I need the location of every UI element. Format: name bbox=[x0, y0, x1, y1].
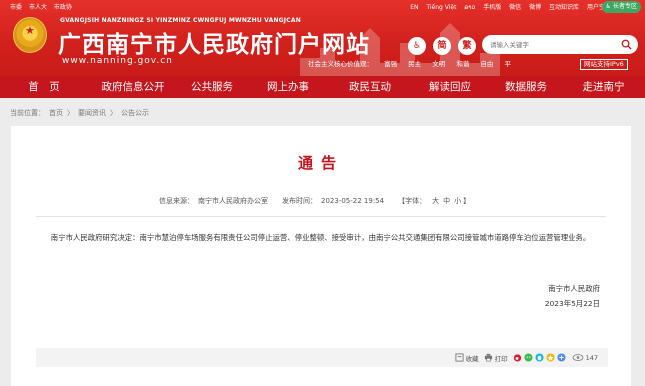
weibo-link[interactable]: 微博 bbox=[529, 4, 541, 11]
elder-zone-label: 长者专区 bbox=[612, 3, 637, 10]
font-size-close: 】 bbox=[463, 197, 471, 205]
signature-date: 2023年5月22日 bbox=[544, 299, 600, 308]
font-size-small[interactable]: 小 bbox=[454, 197, 461, 205]
main-nav: 首 页 政府信息公开 公共服务 网上办事 政民互动 解读回应 数据服务 走进南宁 bbox=[0, 76, 645, 98]
link-city-party[interactable]: 市委 bbox=[10, 4, 22, 11]
signature-org: 南宁市人民政府 bbox=[548, 284, 600, 293]
print-label[interactable]: 打印 bbox=[495, 353, 508, 363]
date-value: 2023-05-22 19:54 bbox=[321, 197, 385, 205]
knowledge-base-link[interactable]: 互动知识库 bbox=[549, 4, 579, 11]
value-item: 民主 bbox=[408, 60, 422, 68]
elder-icon: ♿ bbox=[605, 3, 612, 10]
value-item: 自由 bbox=[480, 60, 494, 68]
site-pinyin: GVANGJSIH NANZNINGZ SI YINZMINZ CWNGFUJ … bbox=[60, 17, 301, 24]
source-label: 信息来源： bbox=[159, 197, 194, 205]
date-label: 发布时间： bbox=[282, 197, 317, 205]
search-icon[interactable] bbox=[621, 39, 632, 50]
font-size-large[interactable]: 大 bbox=[432, 197, 439, 205]
nav-interaction[interactable]: 政民互动 bbox=[330, 76, 410, 98]
search-box bbox=[482, 35, 638, 54]
value-item: 平 bbox=[504, 60, 511, 68]
print-icon[interactable] bbox=[484, 353, 493, 362]
breadcrumb-separator: 〉 bbox=[67, 109, 74, 117]
font-size-medium[interactable]: 中 bbox=[443, 197, 450, 205]
simplified-chinese-button[interactable]: 简 bbox=[433, 37, 451, 55]
nav-interpretation[interactable]: 解读回应 bbox=[410, 76, 490, 98]
meta-divider bbox=[36, 216, 606, 217]
value-item: 和谐 bbox=[456, 60, 470, 68]
core-values: 社会主义核心价值观： 富强 民主 文明 和谐 自由 平 bbox=[308, 58, 520, 68]
accessibility-icon[interactable]: ♿ bbox=[408, 37, 426, 55]
mobile-link[interactable]: 手机版 bbox=[483, 4, 501, 11]
share-weibo-icon[interactable] bbox=[513, 353, 522, 362]
views-eye-icon bbox=[572, 354, 583, 361]
breadcrumb-home[interactable]: 首页 bbox=[49, 109, 63, 117]
article-body: 南宁市人民政府研究决定：南宁市慧泊停车场服务有限责任公司停止运营、停业整顿、接受… bbox=[50, 233, 591, 242]
search-input[interactable] bbox=[490, 38, 608, 51]
link-city-congress[interactable]: 市人大 bbox=[29, 4, 47, 11]
article-tools: 收藏 打印 147 bbox=[455, 348, 598, 367]
site-name[interactable]: 广西南宁市人民政府门户网站 bbox=[58, 25, 370, 59]
traditional-chinese-button[interactable]: 繁 bbox=[458, 37, 476, 55]
nav-online-service[interactable]: 网上办事 bbox=[246, 76, 330, 98]
top-links-bar: 市委 市人大 市政协 EN Tiếng Việt ລາວ 手机版 微信 微博 互… bbox=[0, 0, 645, 14]
lang-en-link[interactable]: EN bbox=[410, 4, 418, 11]
site-domain: www.nanning.gov.cn bbox=[62, 56, 173, 66]
breadcrumb-label: 当前位置： bbox=[10, 109, 45, 117]
nav-data-service[interactable]: 数据服务 bbox=[490, 76, 562, 98]
value-item: 文明 bbox=[432, 60, 446, 68]
breadcrumb-news[interactable]: 要闻资讯 bbox=[78, 109, 106, 117]
lang-lo-link[interactable]: ລາວ bbox=[464, 4, 475, 11]
view-count: 147 bbox=[585, 353, 598, 362]
article-card: 通告 信息来源： 南宁市人民政府办公室 发布时间： 2023-05-22 19:54 【… bbox=[11, 126, 631, 386]
nav-gov-info[interactable]: 政府信息公开 bbox=[88, 76, 178, 98]
breadcrumb-notices[interactable]: 公告公示 bbox=[121, 109, 149, 117]
breadcrumb-separator: 〉 bbox=[110, 109, 117, 117]
nav-about-nanning[interactable]: 走进南宁 bbox=[562, 76, 645, 98]
font-size-open: 【字体： bbox=[398, 197, 427, 205]
article-title: 通告 bbox=[297, 154, 344, 172]
share-qzone-icon[interactable] bbox=[546, 353, 555, 362]
share-qq-icon[interactable] bbox=[535, 353, 544, 362]
nav-public-service[interactable]: 公共服务 bbox=[178, 76, 246, 98]
value-item: 富强 bbox=[384, 60, 398, 68]
article-meta: 信息来源： 南宁市人民政府办公室 发布时间： 2023-05-22 19:54 【字体：… bbox=[159, 196, 474, 206]
favorite-label[interactable]: 收藏 bbox=[466, 353, 479, 363]
national-emblem-logo bbox=[13, 17, 47, 53]
article-toolbar: 收藏 打印 147 bbox=[36, 348, 608, 367]
share-wechat-icon[interactable] bbox=[524, 353, 533, 362]
link-city-cppcc[interactable]: 市政协 bbox=[54, 4, 72, 11]
elder-zone-button[interactable]: ♿ 长者专区 bbox=[601, 1, 641, 13]
source-value: 南宁市人民政府办公室 bbox=[198, 197, 268, 205]
share-more-icon[interactable] bbox=[557, 353, 566, 362]
nav-home[interactable]: 首 页 bbox=[0, 76, 88, 98]
core-values-label: 社会主义核心价值观： bbox=[308, 60, 373, 68]
favorite-icon[interactable] bbox=[455, 353, 464, 362]
site-header: 市委 市人大 市政协 EN Tiếng Việt ລາວ 手机版 微信 微博 互… bbox=[0, 0, 645, 76]
wechat-link[interactable]: 微信 bbox=[509, 4, 521, 11]
lang-vi-link[interactable]: Tiếng Việt bbox=[426, 4, 456, 11]
breadcrumb: 当前位置： 首页〉要闻资讯〉公告公示 bbox=[10, 108, 153, 118]
ipv6-badge: 网站支持IPv6 bbox=[580, 59, 628, 70]
